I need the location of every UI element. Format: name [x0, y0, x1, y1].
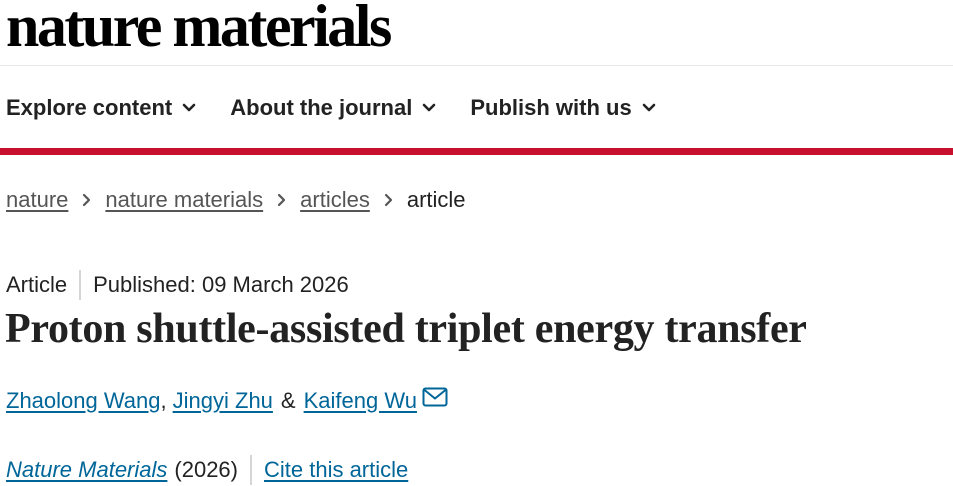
meta-divider	[79, 270, 82, 300]
main-nav: Explore content About the journal Publis…	[6, 90, 690, 126]
nav-explore-content-label: Explore content	[6, 95, 173, 120]
mail-icon[interactable]	[422, 387, 448, 407]
article-type: Article	[6, 272, 68, 297]
journal-link[interactable]: Nature Materials	[6, 457, 167, 483]
nav-about-journal[interactable]: About the journal	[230, 95, 436, 121]
published-date: Published: 09 March 2026	[93, 272, 349, 297]
author-list: Zhaolong Wang , Jingyi Zhu & Kaifeng Wu	[6, 387, 448, 414]
nav-about-journal-label: About the journal	[230, 95, 413, 120]
citation-divider	[249, 455, 252, 485]
nav-publish-with-us[interactable]: Publish with us	[470, 95, 655, 121]
article-meta: Article Published: 09 March 2026	[6, 270, 349, 300]
chevron-down-icon	[642, 103, 655, 112]
nav-publish-with-us-label: Publish with us	[470, 95, 632, 120]
author-link-zhu[interactable]: Jingyi Zhu	[173, 388, 273, 414]
breadcrumb-articles[interactable]: articles	[300, 187, 370, 213]
journal-logo[interactable]: nature materials	[6, 0, 392, 58]
breadcrumb: nature nature materials articles article	[6, 187, 466, 213]
chevron-down-icon	[423, 103, 436, 112]
chevron-down-icon	[182, 103, 196, 112]
author-link-wu[interactable]: Kaifeng Wu	[304, 388, 417, 414]
chevron-right-icon	[384, 193, 393, 207]
cite-article-link[interactable]: Cite this article	[264, 457, 408, 483]
header-divider	[0, 65, 953, 66]
author-link-wang[interactable]: Zhaolong Wang	[6, 388, 161, 414]
breadcrumb-current: article	[406, 187, 466, 212]
author-separator: ,	[160, 388, 167, 413]
breadcrumb-nature[interactable]: nature	[6, 187, 68, 213]
citation-line: Nature Materials (2026) Cite this articl…	[6, 455, 408, 485]
publication-year: (2026)	[174, 457, 238, 482]
nav-explore-content[interactable]: Explore content	[6, 95, 196, 121]
chevron-right-icon	[277, 193, 286, 207]
breadcrumb-nature-materials[interactable]: nature materials	[105, 187, 263, 213]
chevron-right-icon	[82, 193, 91, 207]
accent-bar	[0, 148, 953, 155]
article-title: Proton shuttle-assisted triplet energy t…	[5, 306, 807, 352]
author-separator-and: &	[280, 388, 296, 413]
